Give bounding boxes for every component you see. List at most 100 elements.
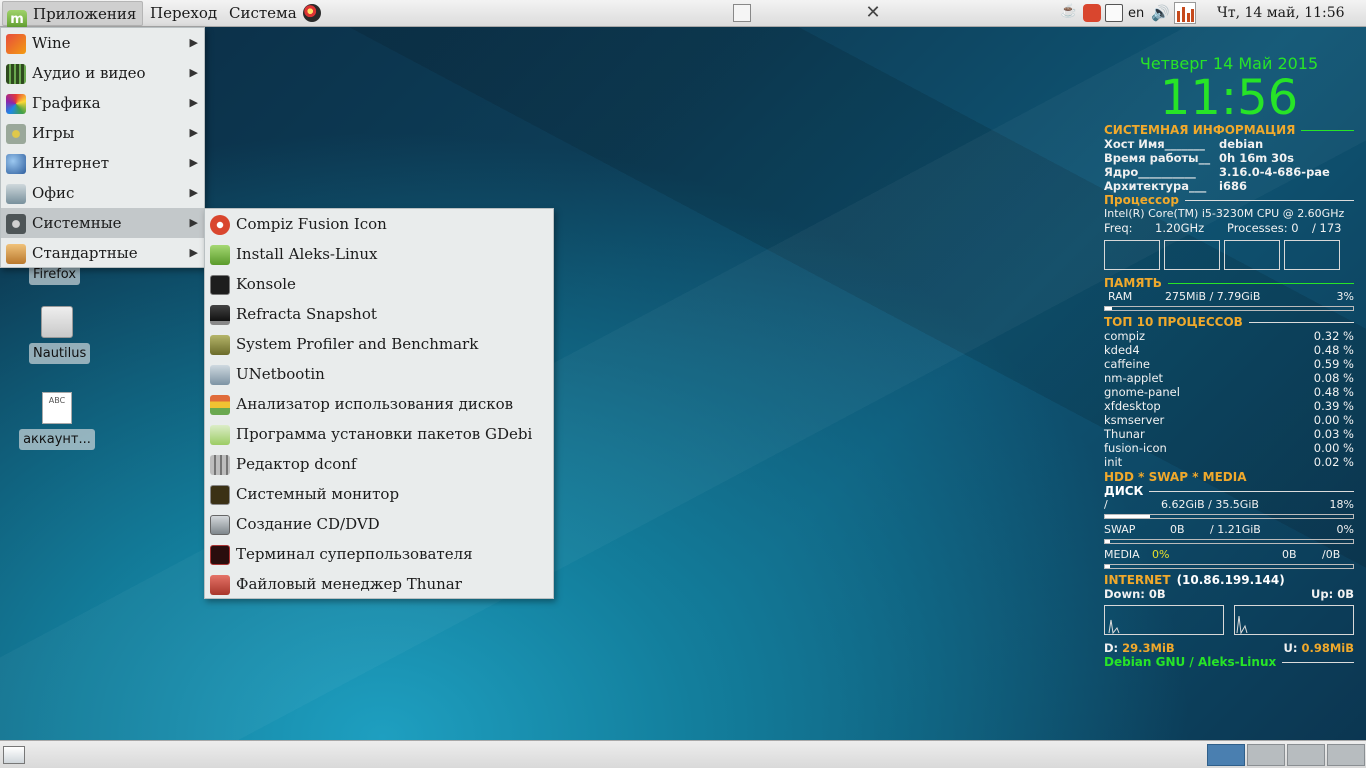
text-document-icon: ABC <box>42 392 72 424</box>
menu-item-dconf-editor[interactable]: Редактор dconf <box>205 449 553 479</box>
workspace-2[interactable] <box>1247 744 1285 766</box>
root-usage-fill <box>1105 515 1150 518</box>
workspace-3[interactable] <box>1287 744 1325 766</box>
menu-item-disk-usage-analyzer[interactable]: Анализатор использования дисков <box>205 389 553 419</box>
upload-graph <box>1234 605 1354 635</box>
top-panel: m Приложения Переход Система ✕ ☕ en 🔊 Чт,… <box>0 0 1366 30</box>
cpu-core-graph <box>1164 240 1220 270</box>
menu-item-label: Офис <box>32 184 75 202</box>
menu-item-games[interactable]: Игры ▶ <box>1 118 204 148</box>
keyboard-layout-indicator[interactable]: en <box>1128 1 1144 26</box>
process-cpu: 0.03 % <box>1313 427 1354 441</box>
system-menu-button[interactable]: Система <box>229 1 297 26</box>
conky-top-heading: ТОП 10 ПРОЦЕССОВ <box>1104 315 1354 329</box>
menu-item-audio-video[interactable]: Аудио и видео ▶ <box>1 58 204 88</box>
process-row: gnome-panel 0.48 % <box>1104 385 1354 399</box>
notes-icon[interactable] <box>733 4 751 22</box>
process-row: ksmserver 0.00 % <box>1104 413 1354 427</box>
show-desktop-icon[interactable] <box>3 746 25 764</box>
process-row: compiz 0.32 % <box>1104 329 1354 343</box>
process-cpu: 0.00 % <box>1313 441 1354 455</box>
desktop-icon-label: Nautilus <box>29 343 91 364</box>
menu-item-install-aleks-linux[interactable]: Install Aleks-Linux <box>205 239 553 269</box>
freq-value: 1.20GHz <box>1155 221 1205 235</box>
menu-item-label: Системный монитор <box>236 485 400 503</box>
cpu-core-graph <box>1104 240 1160 270</box>
compiz-tray-icon[interactable] <box>1083 4 1101 22</box>
submenu-arrow-icon: ▶ <box>189 186 198 199</box>
network-icon[interactable] <box>1105 4 1123 22</box>
menu-item-unetbootin[interactable]: UNetbootin <box>205 359 553 389</box>
menu-item-label: System Profiler and Benchmark <box>236 335 479 353</box>
submenu-arrow-icon: ▶ <box>189 66 198 79</box>
download-graph <box>1104 605 1224 635</box>
doc-icon-text: ABC <box>48 396 66 405</box>
system-monitor-tray-icon[interactable] <box>1174 2 1196 24</box>
desktop-icon-document[interactable]: ABC аккаунт... <box>19 392 95 450</box>
process-cpu: 0.02 % <box>1313 455 1354 469</box>
conky-panel: Четверг 14 Май 2015 11:56 СИСТЕМНАЯ ИНФО… <box>1104 54 1354 669</box>
process-name: compiz <box>1104 329 1146 343</box>
menu-item-root-terminal[interactable]: Терминал суперпользователя <box>205 539 553 569</box>
uptime-value: 0h 16m 30s <box>1219 151 1295 165</box>
menu-item-label: Аудио и видео <box>32 64 146 82</box>
panel-clock[interactable]: Чт, 14 май, 11:56 <box>1217 1 1345 26</box>
menu-item-system[interactable]: Системные ▶ <box>1 208 204 238</box>
host-key: Хост Имя_______ <box>1104 137 1205 151</box>
menu-item-office[interactable]: Офис ▶ <box>1 178 204 208</box>
workspace-4[interactable] <box>1327 744 1365 766</box>
menu-item-thunar[interactable]: Файловый менеджер Thunar <box>205 569 553 599</box>
menu-item-system-monitor[interactable]: Системный монитор <box>205 479 553 509</box>
desktop-icon-nautilus[interactable]: Nautilus <box>29 306 91 364</box>
applications-menu-button[interactable]: m Приложения <box>2 1 144 30</box>
media-total: /0B <box>1322 548 1341 561</box>
process-row: xfdesktop 0.39 % <box>1104 399 1354 413</box>
process-name: caffeine <box>1104 357 1150 371</box>
terminal-icon <box>210 275 230 295</box>
process-row: fusion-icon 0.00 % <box>1104 441 1354 455</box>
menu-item-gdebi[interactable]: Программа установки пакетов GDebi <box>205 419 553 449</box>
freq-label: Freq: <box>1104 221 1133 235</box>
menu-item-label: Анализатор использования дисков <box>236 395 514 413</box>
workspace-1[interactable] <box>1207 744 1245 766</box>
menu-item-refracta-snapshot[interactable]: Refracta Snapshot <box>205 299 553 329</box>
film-icon <box>6 64 26 84</box>
conky-footer: Debian GNU / Aleks-Linux <box>1104 655 1354 669</box>
menu-item-system-profiler[interactable]: System Profiler and Benchmark <box>205 329 553 359</box>
submenu-arrow-icon: ▶ <box>189 36 198 49</box>
browser-launcher-icon[interactable] <box>303 4 321 29</box>
process-list: compiz 0.32 % kded4 0.48 % caffeine 0.59 % … <box>1104 329 1354 469</box>
xfce-x-icon[interactable]: ✕ <box>864 4 882 22</box>
media-usage-bar <box>1104 564 1354 569</box>
swap-percent: 0% <box>1336 523 1354 536</box>
total-down-label: D: <box>1104 641 1119 655</box>
gdebi-icon <box>210 425 230 445</box>
system-submenu: Compiz Fusion Icon Install Aleks-Linux K… <box>204 208 554 599</box>
process-cpu: 0.00 % <box>1313 413 1354 427</box>
menu-item-graphics[interactable]: Графика ▶ <box>1 88 204 118</box>
root-percent: 18% <box>1329 498 1354 511</box>
caffeine-cup-icon[interactable]: ☕ <box>1060 4 1078 22</box>
down-speed: Down: 0B <box>1104 587 1166 601</box>
menu-item-konsole[interactable]: Konsole <box>205 269 553 299</box>
cpu-core-graph <box>1284 240 1340 270</box>
volume-icon[interactable]: 🔊 <box>1151 4 1170 22</box>
conky-cpu-heading: Процессор <box>1104 193 1354 207</box>
menu-item-internet[interactable]: Интернет ▶ <box>1 148 204 178</box>
menu-item-cd-dvd-creator[interactable]: Создание CD/DVD <box>205 509 553 539</box>
profiler-icon <box>210 335 230 355</box>
places-menu-button[interactable]: Переход <box>150 1 217 26</box>
bottom-panel <box>0 740 1366 768</box>
menu-item-label: Программа установки пакетов GDebi <box>236 425 533 443</box>
cd-burner-icon <box>210 515 230 535</box>
calculator-icon <box>6 244 26 264</box>
menu-item-accessories[interactable]: Стандартные ▶ <box>1 238 204 268</box>
menu-item-compiz-fusion-icon[interactable]: Compiz Fusion Icon <box>205 209 553 239</box>
menu-item-label: Стандартные <box>32 244 138 262</box>
process-cpu: 0.08 % <box>1313 371 1354 385</box>
menu-item-wine[interactable]: Wine ▶ <box>1 28 204 58</box>
sysinfo-title: СИСТЕМНАЯ ИНФОРМАЦИЯ <box>1104 123 1296 137</box>
menu-item-label: UNetbootin <box>236 365 325 383</box>
process-row: Thunar 0.03 % <box>1104 427 1354 441</box>
chart-icon <box>6 184 26 204</box>
